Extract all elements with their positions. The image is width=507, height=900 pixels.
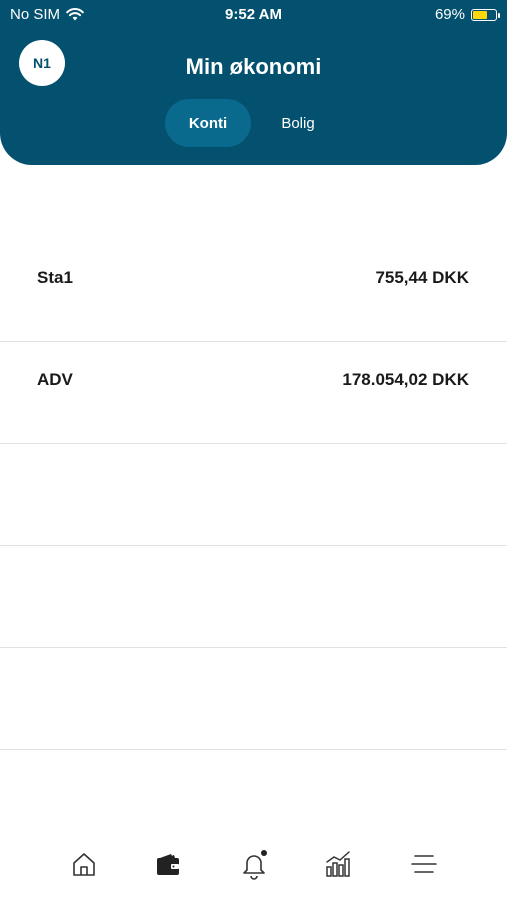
account-list: Sta1 755,44 DKK ADV 178.054,02 DKK — [0, 240, 507, 750]
account-row[interactable]: ADV 178.054,02 DKK — [0, 342, 507, 444]
account-name: Sta1 — [37, 268, 73, 287]
empty-row — [0, 444, 507, 546]
wallet-icon — [157, 854, 179, 875]
page-title: Min økonomi — [185, 54, 322, 79]
account-row[interactable]: Sta1 755,44 DKK — [0, 240, 507, 342]
status-right: 69% — [434, 6, 500, 23]
account-name: ADV — [37, 370, 73, 389]
tab-konti[interactable]: Konti — [165, 99, 251, 147]
tab-bolig[interactable]: Bolig — [261, 99, 335, 147]
segmented-tabs: Konti Bolig — [165, 99, 335, 147]
bottom-tab-bar — [0, 840, 507, 890]
account-balance: 178.054,02 DKK — [342, 370, 469, 389]
status-bar: No SIM 9:52 AM 69% — [0, 0, 507, 28]
empty-row — [0, 546, 507, 648]
battery-percent: 69% — [434, 6, 465, 23]
battery-icon — [471, 8, 500, 21]
menu-icon — [411, 855, 437, 873]
tab-notifications[interactable] — [234, 844, 274, 884]
empty-row — [0, 648, 507, 750]
tab-home[interactable] — [64, 844, 104, 884]
tab-investments[interactable] — [318, 844, 358, 884]
battery-level — [473, 10, 487, 19]
tab-wallet[interactable] — [148, 844, 188, 884]
bell-icon — [243, 850, 267, 880]
status-time: 9:52 AM — [225, 6, 282, 23]
chart-icon — [326, 851, 350, 877]
tab-menu[interactable] — [404, 844, 444, 884]
account-balance: 755,44 DKK — [375, 268, 469, 287]
home-icon — [73, 853, 95, 876]
